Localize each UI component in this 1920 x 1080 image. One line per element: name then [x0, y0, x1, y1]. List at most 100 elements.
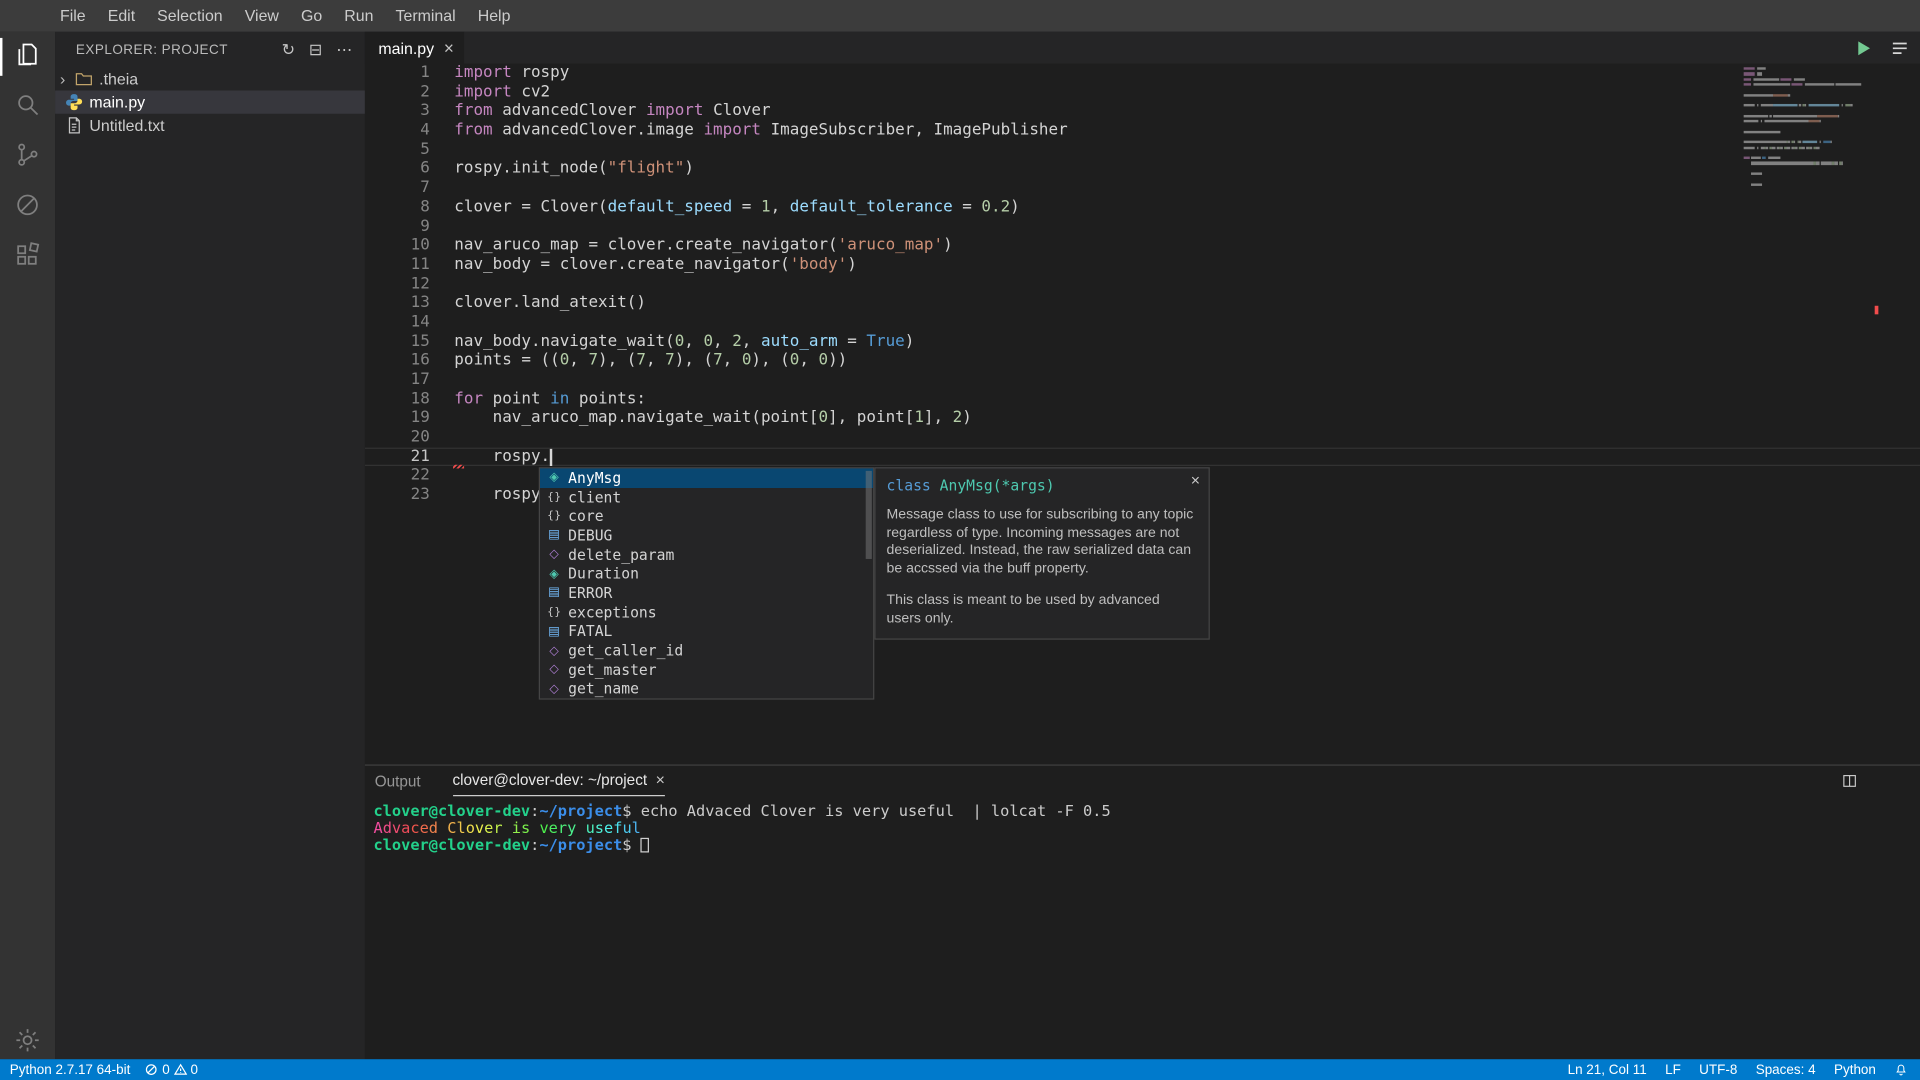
code-line-10[interactable]: 10 nav_aruco_map = clover.create_navigato…	[365, 236, 1920, 255]
suggestion-label: get_master	[568, 661, 657, 679]
editor-cursor	[550, 448, 553, 467]
code-line-9[interactable]: 9	[365, 217, 1920, 236]
activity-explorer[interactable]	[0, 32, 55, 82]
code-line-15[interactable]: 15 nav_body.navigate_wait(0, 0, 2, auto_a…	[365, 332, 1920, 351]
close-icon[interactable]: ×	[444, 39, 454, 56]
code-line-1[interactable]: 1 import rospy	[365, 64, 1920, 83]
editor-actions	[1853, 32, 1911, 64]
code-line-11[interactable]: 11 nav_body = clover.create_navigator('bo…	[365, 255, 1920, 274]
suggestion-exceptions[interactable]: {} exceptions	[540, 603, 873, 622]
status-cursor-position[interactable]: Ln 21, Col 11	[1568, 1062, 1647, 1077]
suggestion-client[interactable]: {} client	[540, 488, 873, 507]
module-icon: {}	[547, 510, 562, 523]
docs-body: Message class to use for subscribing to …	[887, 506, 1198, 628]
status-notifications[interactable]	[1894, 1063, 1907, 1076]
refresh-icon[interactable]: ↻	[282, 42, 296, 58]
code-line-7[interactable]: 7	[365, 179, 1920, 198]
tree-item--theia[interactable]: › .theia	[55, 67, 365, 90]
code-text: import cv2	[454, 82, 551, 102]
explorer-header: EXPLORER: PROJECT ↻ ⊟ ⋯	[55, 32, 365, 67]
menu-item-help[interactable]: Help	[467, 0, 522, 32]
code-line-5[interactable]: 5	[365, 140, 1920, 159]
activity-debug[interactable]	[0, 182, 55, 232]
minimap[interactable]	[1743, 66, 1881, 187]
code-line-14[interactable]: 14	[365, 313, 1920, 332]
error-squiggle	[453, 464, 465, 469]
status-language[interactable]: Python	[1834, 1062, 1876, 1077]
suggestion-delete_param[interactable]: ◇ delete_param	[540, 545, 873, 564]
suggestion-FATAL[interactable]: ▤ FATAL	[540, 622, 873, 641]
panel-tab-label: Output	[374, 772, 421, 790]
menu-item-view[interactable]: View	[234, 0, 290, 32]
suggestion-label: get_caller_id	[568, 642, 684, 660]
code-text: for point in points:	[454, 389, 646, 409]
layout-icon[interactable]	[1889, 37, 1910, 58]
python-icon	[65, 93, 83, 111]
tab-main.py[interactable]: main.py ×	[364, 31, 464, 64]
code-line-2[interactable]: 2 import cv2	[365, 83, 1920, 102]
code-line-21[interactable]: 21 rospy.	[365, 447, 1920, 466]
activity-extensions[interactable]	[0, 232, 55, 282]
suggestion-label: core	[568, 507, 604, 525]
menu-item-run[interactable]: Run	[333, 0, 384, 32]
tree-item-label: Untitled.txt	[89, 116, 165, 135]
code-line-18[interactable]: 18 for point in points:	[365, 390, 1920, 409]
run-icon[interactable]	[1853, 37, 1874, 58]
code-line-4[interactable]: 4 from advancedClover.image import ImageS…	[365, 121, 1920, 140]
status-problems[interactable]: 00	[145, 1062, 198, 1077]
status-eol[interactable]: LF	[1665, 1062, 1681, 1077]
suggestion-get_caller_id[interactable]: ◇ get_caller_id	[540, 641, 873, 660]
status-encoding[interactable]: UTF-8	[1699, 1062, 1737, 1077]
suggest-list: ◈ AnyMsg {} client {} core ▤ DEBUG ◇ delete_param…	[540, 468, 874, 699]
status-python-version[interactable]: Python 2.7.17 64-bit	[10, 1062, 131, 1077]
menu-item-terminal[interactable]: Terminal	[384, 0, 466, 32]
suggestion-Duration[interactable]: ◈ Duration	[540, 564, 873, 583]
status-right: Ln 21, Col 11 LF UTF-8 Spaces: 4 Python	[1568, 1062, 1908, 1077]
code-line-3[interactable]: 3 from advancedClover import Clover	[365, 102, 1920, 121]
docs-signature-keyword: class	[886, 477, 940, 495]
status-bar: Python 2.7.17 64-bit 0 0 Ln 21, Col 11 LF UT…	[0, 1059, 1920, 1080]
code-line-12[interactable]: 12	[365, 275, 1920, 294]
suggestion-AnyMsg[interactable]: ◈ AnyMsg	[540, 468, 874, 488]
line-number: 9	[420, 217, 430, 236]
ellipsis-icon[interactable]: ⋯	[336, 42, 352, 58]
code-line-8[interactable]: 8 clover = Clover(default_speed = 1, defa…	[365, 198, 1920, 217]
activity-search[interactable]	[0, 82, 55, 132]
menu-item-selection[interactable]: Selection	[146, 0, 234, 32]
menu-item-edit[interactable]: Edit	[97, 0, 146, 32]
code-line-16[interactable]: 16 points = ((0, 7), (7, 7), (7, 0), (0, …	[365, 351, 1920, 370]
code-line-17[interactable]: 17	[365, 371, 1920, 390]
status-indentation[interactable]: Spaces: 4	[1756, 1062, 1816, 1077]
suggestion-core[interactable]: {} core	[540, 507, 873, 526]
activity-source-control[interactable]	[0, 132, 55, 182]
code-line-13[interactable]: 13 clover.land_atexit()	[365, 294, 1920, 313]
collapse-all-icon[interactable]: ⊟	[309, 42, 323, 58]
terminal-content[interactable]: clover@clover-dev:~/project$ echo Advace…	[373, 802, 1110, 853]
menu-item-go[interactable]: Go	[290, 0, 333, 32]
tree-item-main-py[interactable]: main.py	[55, 90, 365, 114]
panel-tab-terminal[interactable]: clover@clover-dev: ~/project ×	[452, 766, 665, 797]
close-icon[interactable]: ×	[656, 766, 665, 795]
code-text: from advancedClover.image import ImageSu…	[454, 121, 1068, 140]
suggestion-get_master[interactable]: ◇ get_master	[540, 660, 873, 679]
code-text: rospy.	[454, 447, 551, 466]
suggest-scrollbar[interactable]	[865, 470, 872, 559]
error-icon	[145, 1063, 158, 1076]
suggestion-get_name[interactable]: ◇ get_name	[540, 680, 873, 699]
tree-item-untitled-txt[interactable]: Untitled.txt	[55, 114, 365, 137]
folder-icon	[75, 70, 93, 88]
class-icon: ◈	[549, 471, 559, 485]
code-line-6[interactable]: 6 rospy.init_node("flight")	[365, 160, 1920, 179]
code-text: nav_body = clover.create_navigator('body…	[454, 255, 857, 274]
tab-bar: main.py ×	[364, 31, 1920, 64]
suggestion-ERROR[interactable]: ▤ ERROR	[540, 584, 873, 603]
maximize-panel-icon[interactable]	[1840, 772, 1858, 790]
code-line-20[interactable]: 20	[365, 428, 1920, 447]
suggest-docs-panel: × class AnyMsg(*args) Message class to u…	[874, 467, 1210, 640]
suggestion-DEBUG[interactable]: ▤ DEBUG	[540, 526, 873, 545]
menu-item-file[interactable]: File	[49, 0, 97, 32]
function-icon: ◇	[549, 548, 559, 562]
code-line-19[interactable]: 19 nav_aruco_map.navigate_wait(point[0],…	[365, 409, 1920, 428]
close-icon[interactable]: ×	[1191, 471, 1200, 489]
panel-tab-output[interactable]: Output	[375, 766, 421, 797]
